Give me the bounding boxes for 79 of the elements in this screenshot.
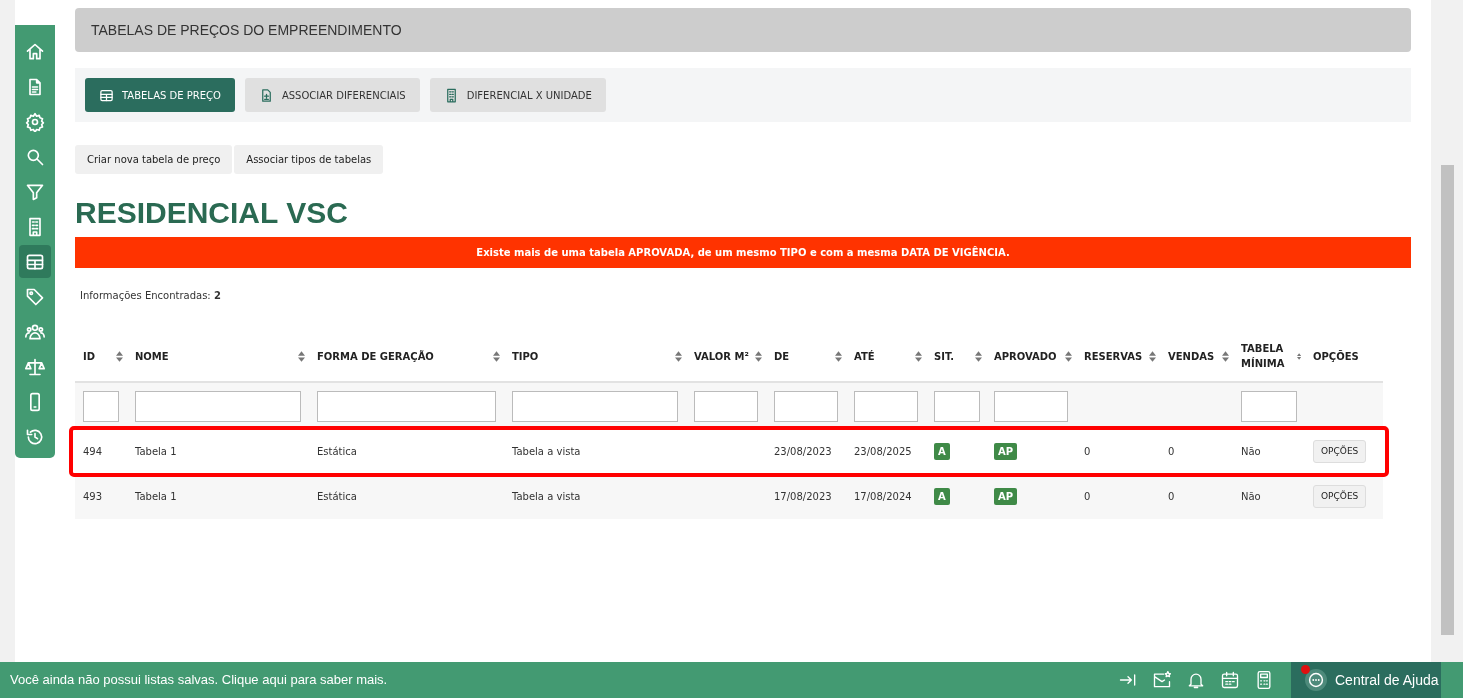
- action-button[interactable]: Associar tipos de tabelas: [234, 145, 384, 174]
- tab[interactable]: TABELAS DE PREÇO: [85, 78, 235, 112]
- table-icon: [99, 87, 114, 103]
- filter-field[interactable]: [135, 390, 301, 422]
- sort-icon[interactable]: [975, 350, 982, 362]
- table-cell: 23/08/2025: [854, 446, 912, 457]
- envelope-star-icon[interactable]: [1152, 670, 1172, 690]
- filter-field[interactable]: [83, 390, 119, 422]
- sort-icon[interactable]: [915, 350, 922, 362]
- tab[interactable]: DIFERENCIAL X UNIDADE: [429, 78, 606, 112]
- column-header: APROVADO: [994, 349, 1056, 364]
- table-cell: Tabela a vista: [512, 491, 581, 502]
- sort-icon[interactable]: [1065, 350, 1072, 362]
- column-header: TIPO: [512, 349, 539, 364]
- table-cell: Tabela 1: [135, 491, 177, 502]
- table-cell: 0: [1168, 446, 1175, 457]
- column-header: TABELA MÍNIMA: [1241, 342, 1286, 371]
- table-cell: Estática: [317, 491, 357, 502]
- results-count: Informações Encontradas: 2: [80, 289, 222, 303]
- sort-icon[interactable]: [493, 350, 500, 362]
- tag-icon: [25, 286, 45, 307]
- calendar-icon[interactable]: [1220, 670, 1240, 690]
- table-cell: Estática: [317, 446, 357, 457]
- table-cell: Tabela 1: [135, 446, 177, 457]
- filter-field[interactable]: [854, 390, 918, 422]
- table-cell: Não: [1241, 491, 1261, 502]
- settings-icon: [25, 111, 45, 132]
- status-badge: AP: [994, 488, 1018, 505]
- column-header: FORMA DE GERAÇÃO: [317, 349, 434, 364]
- options-button[interactable]: OPÇÕES: [1313, 439, 1367, 464]
- column-header: VALOR M²: [694, 349, 749, 364]
- table-cell: Não: [1241, 446, 1261, 457]
- table-cell: Tabela a vista: [512, 446, 581, 457]
- table-cell: 17/08/2024: [854, 491, 912, 502]
- status-badge: A: [934, 488, 950, 505]
- table-cell: 494: [83, 446, 103, 457]
- notification-dot: [1301, 665, 1310, 674]
- sort-icon[interactable]: [116, 350, 123, 362]
- column-header: ID: [83, 349, 96, 364]
- column-header: DE: [774, 349, 790, 364]
- page-title-bar: TABELAS DE PREÇOS DO EMPREENDIMENTO: [75, 8, 1411, 52]
- column-header: VENDAS: [1168, 349, 1215, 364]
- alert-banner: Existe mais de uma tabela APROVADA, de um mesmo TIPO e com a mesma DATA DE VIGÊNCIA.: [75, 237, 1411, 268]
- column-header: ATÉ: [854, 349, 875, 364]
- table-cell: 493: [83, 491, 103, 502]
- status-badge: AP: [994, 443, 1018, 460]
- home-icon: [25, 41, 45, 62]
- column-header: RESERVAS: [1084, 349, 1143, 364]
- sort-icon[interactable]: [835, 350, 842, 362]
- scrollbar-thumb[interactable]: [1440, 165, 1454, 635]
- help-button[interactable]: Central de Ajuda: [1291, 662, 1441, 698]
- filter-dropdown[interactable]: [994, 390, 1068, 422]
- filter-field[interactable]: [694, 390, 758, 422]
- sort-icon[interactable]: [298, 350, 305, 362]
- column-header: SIT.: [934, 349, 955, 364]
- scales-icon: [25, 356, 45, 377]
- filter-dropdown[interactable]: [1241, 390, 1297, 422]
- filter-field[interactable]: [774, 390, 838, 422]
- column-header: NOME: [135, 349, 169, 364]
- sidebar-item[interactable]: [19, 245, 51, 278]
- sort-icon[interactable]: [1149, 350, 1156, 362]
- tab[interactable]: ASSOCIAR DIFERENCIAIS: [244, 78, 420, 112]
- page-heading: RESIDENCIAL VSC: [75, 196, 349, 229]
- options-button[interactable]: OPÇÕES: [1313, 484, 1367, 509]
- table-cell: 0: [1168, 491, 1175, 502]
- sort-icon[interactable]: [675, 350, 682, 362]
- table-cell: 17/08/2023: [774, 491, 832, 502]
- status-badge: A: [934, 443, 950, 460]
- column-header: OPÇÕES: [1313, 349, 1359, 364]
- table-cell: 0: [1084, 446, 1091, 457]
- filter-dropdown[interactable]: [317, 390, 496, 422]
- table-cell: 23/08/2023: [774, 446, 832, 457]
- action-button[interactable]: Criar nova tabela de preço: [75, 145, 233, 174]
- chat-icon: [1305, 669, 1327, 691]
- sort-icon[interactable]: [755, 350, 762, 362]
- table-cell: 0: [1084, 491, 1091, 502]
- filter-dropdown[interactable]: [934, 390, 980, 422]
- filter-field[interactable]: [512, 390, 678, 422]
- sort-icon[interactable]: [1222, 350, 1229, 362]
